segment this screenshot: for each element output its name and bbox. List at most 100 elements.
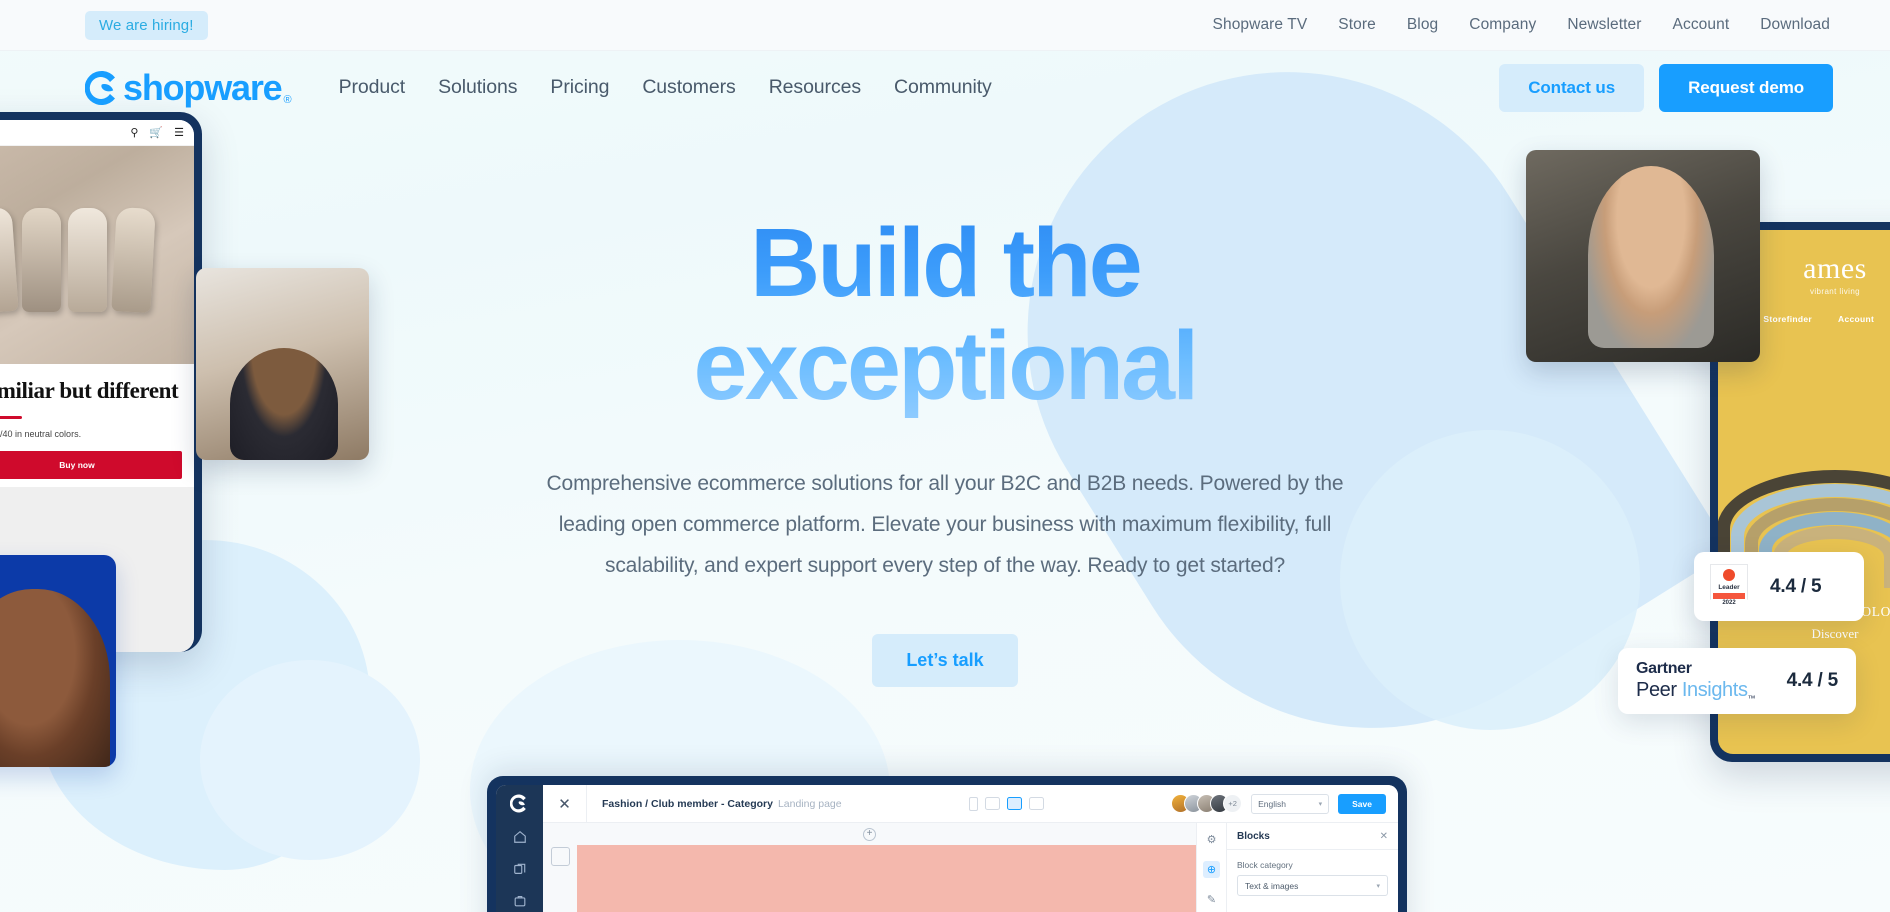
language-value: English — [1258, 798, 1287, 809]
gartner-insights-text: Insights — [1681, 678, 1748, 701]
add-blocks-icon[interactable]: ⊕ — [1203, 861, 1220, 878]
cart-icon[interactable]: 🛒 — [149, 126, 163, 139]
ames-nav-account[interactable]: Account — [1838, 314, 1874, 324]
chevron-down-icon: ▾ — [1318, 800, 1323, 808]
utility-link-download[interactable]: Download — [1760, 16, 1830, 34]
collaborator-avatars: +2 — [1171, 794, 1243, 813]
language-select[interactable]: English ▾ — [1251, 793, 1330, 814]
utility-link-shopware-tv[interactable]: Shopware TV — [1213, 16, 1308, 34]
edit-icon[interactable]: ✎ — [1203, 891, 1220, 908]
ames-nav: Storefinder Account ⚲ — [1763, 313, 1890, 324]
shopware-logo-icon[interactable] — [509, 794, 529, 813]
we-are-hiring-badge[interactable]: We are hiring! — [85, 10, 208, 40]
close-icon[interactable]: ✕ — [1380, 831, 1388, 842]
save-button[interactable]: Save — [1338, 793, 1386, 814]
g2-leader-badge-icon: Leader 2022 — [1710, 563, 1748, 610]
blocks-panel: Blocks ✕ Block category Text & images ▾ — [1226, 823, 1398, 912]
g2-seal-icon — [1723, 568, 1735, 581]
admin-toolbar: ✕ Fashion / Club member - Category Landin… — [543, 785, 1398, 823]
nav-community[interactable]: Community — [894, 76, 992, 99]
ames-tagline: vibrant living — [1809, 287, 1861, 296]
product-subheading: The 57/40 in neutral colors. — [0, 428, 82, 439]
utility-link-store[interactable]: Store — [1338, 16, 1376, 34]
shoe-image — [68, 208, 107, 312]
admin-sidebar — [496, 785, 543, 912]
trademark-icon: ™ — [1747, 693, 1756, 703]
breadcrumb: Fashion / Club member - Category Landing … — [587, 798, 842, 810]
nav-solutions[interactable]: Solutions — [438, 76, 517, 99]
g2-badge-bar — [1713, 592, 1745, 599]
shoe-image — [22, 208, 61, 312]
request-demo-button[interactable]: Request demo — [1659, 63, 1833, 112]
hamburger-menu-icon[interactable]: ☰ — [174, 126, 184, 139]
utility-link-newsletter[interactable]: Newsletter — [1567, 16, 1641, 34]
g2-score: 4.4 / 5 — [1770, 575, 1822, 597]
close-icon[interactable]: ✕ — [543, 785, 587, 822]
utility-link-blog[interactable]: Blog — [1407, 16, 1438, 34]
add-section-row: + — [543, 823, 1196, 845]
lets-talk-button[interactable]: Let’s talk — [872, 634, 1018, 688]
catalog-icon[interactable] — [512, 861, 528, 877]
nav-pricing[interactable]: Pricing — [550, 76, 609, 99]
headline-line-2: exceptional — [693, 310, 1197, 420]
main-header: shopware ® Product Solutions Pricing Cus… — [0, 51, 1890, 124]
rating-badge-gartner[interactable]: Gartner Peer Insights™ 4.4 / 5 — [1618, 648, 1856, 714]
header-actions: Contact us Request demo — [1499, 63, 1833, 112]
ames-hero-artwork — [1718, 338, 1890, 588]
layout-icon[interactable] — [551, 847, 570, 866]
product-copy: Familiar but different The 57/40 in neut… — [0, 364, 194, 487]
product-photo — [0, 146, 194, 364]
settings-gear-icon[interactable]: ⚙ — [1203, 831, 1220, 848]
gartner-wordmark: Gartner — [1636, 659, 1692, 677]
canvas-row — [543, 845, 1196, 912]
ames-nav-storefinder[interactable]: Storefinder — [1763, 314, 1812, 324]
panel-rail: ⚙ ⊕ ✎ — [1196, 823, 1226, 912]
background-blob-left-small — [200, 660, 420, 860]
device-desktop-icon[interactable] — [1006, 797, 1022, 810]
page-title: Build the exceptional — [694, 212, 1197, 418]
g2-badge-year: 2022 — [1722, 599, 1736, 606]
add-block-icon[interactable]: + — [863, 827, 876, 841]
admin-window: ✕ Fashion / Club member - Category Landin… — [496, 785, 1398, 912]
device-tablet-icon[interactable] — [984, 797, 1000, 810]
device-mobile-icon[interactable] — [968, 796, 978, 811]
utility-link-account[interactable]: Account — [1673, 16, 1730, 34]
portrait-photo-smiling-woman — [0, 555, 116, 767]
home-icon[interactable] — [512, 829, 528, 845]
page-canvas: + — [543, 823, 1196, 912]
hero-page: We are hiring! Shopware TV Store Blog Co… — [0, 0, 1890, 912]
breadcrumb-path: Fashion / Club member - Category — [602, 797, 773, 810]
shoe-image — [111, 207, 156, 313]
buy-now-button[interactable]: Buy now — [0, 450, 182, 479]
contact-us-button[interactable]: Contact us — [1499, 63, 1645, 112]
nav-resources[interactable]: Resources — [769, 76, 861, 99]
nav-customers[interactable]: Customers — [642, 76, 735, 99]
ames-discover-link[interactable]: Discover — [1718, 626, 1890, 642]
device-fullscreen-icon[interactable] — [1028, 797, 1044, 810]
ames-logo: ames — [1803, 252, 1867, 285]
blocks-panel-title: Blocks — [1237, 830, 1270, 842]
admin-main: ✕ Fashion / Club member - Category Landin… — [543, 785, 1398, 912]
shopware-logo[interactable]: shopware ® — [84, 69, 292, 106]
gartner-score: 4.4 / 5 — [1786, 670, 1839, 691]
utility-nav: Shopware TV Store Blog Company Newslette… — [1213, 16, 1830, 34]
gartner-peer-text: Peer — [1636, 678, 1682, 701]
rating-badge-g2[interactable]: Leader 2022 4.4 / 5 — [1694, 552, 1864, 621]
search-icon[interactable]: ⚲ — [130, 126, 138, 139]
registered-trademark-icon: ® — [283, 93, 292, 106]
divider — [0, 415, 22, 419]
block-category-select[interactable]: Text & images ▾ — [1237, 875, 1388, 896]
avatar-overflow-count[interactable]: +2 — [1223, 794, 1243, 813]
gartner-peer-insights: Peer Insights™ — [1636, 678, 1756, 703]
g2-badge-label: Leader — [1718, 583, 1740, 591]
store-header-icons: ⚲ 🛒 ☰ — [130, 126, 184, 139]
nav-product[interactable]: Product — [339, 76, 406, 99]
admin-body: + ⚙ ⊕ ✎ Blocks ✕ Block category Text & i… — [543, 823, 1398, 912]
shoe-image — [0, 206, 19, 314]
admin-mockup: ✕ Fashion / Club member - Category Landin… — [487, 776, 1407, 912]
orders-icon[interactable] — [512, 893, 528, 909]
block-category-label: Block category — [1237, 860, 1293, 870]
utility-link-company[interactable]: Company — [1469, 16, 1536, 34]
primary-nav: Product Solutions Pricing Customers Reso… — [339, 76, 992, 99]
content-block[interactable] — [577, 845, 1196, 912]
